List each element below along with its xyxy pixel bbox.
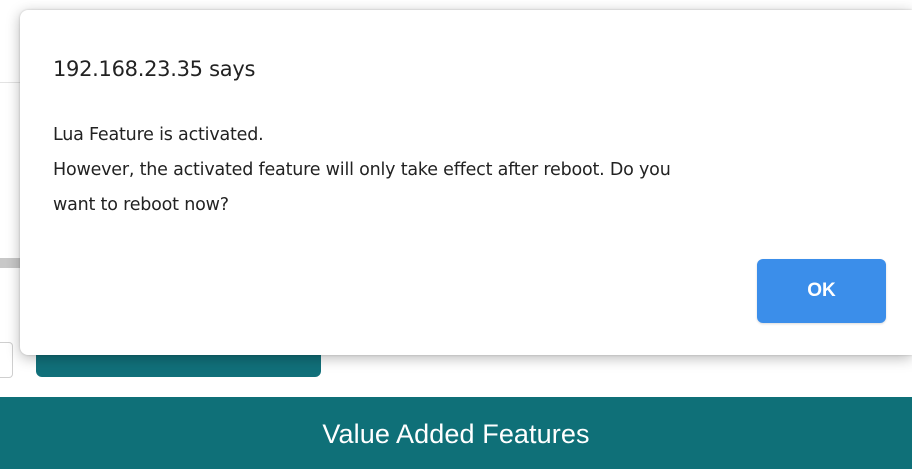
dialog-message: Lua Feature is activated. However, the a… (53, 118, 883, 223)
value-added-features-banner: Value Added Features (0, 397, 912, 469)
background-input[interactable] (0, 342, 13, 378)
message-line: However, the activated feature will only… (53, 160, 671, 180)
dialog-title: 192.168.23.35 says (53, 57, 256, 81)
ok-button[interactable]: OK (757, 259, 886, 323)
background-divider (0, 82, 22, 83)
message-line: want to reboot now? (53, 195, 229, 215)
banner-title: Value Added Features (322, 418, 590, 449)
background-bar (0, 258, 22, 268)
message-line: Lua Feature is activated. (53, 125, 264, 145)
background-partial-text: ı (0, 154, 10, 180)
page: ı Value Added Features 192.168.23.35 say… (0, 0, 912, 469)
alert-dialog: 192.168.23.35 says Lua Feature is activa… (20, 10, 912, 355)
